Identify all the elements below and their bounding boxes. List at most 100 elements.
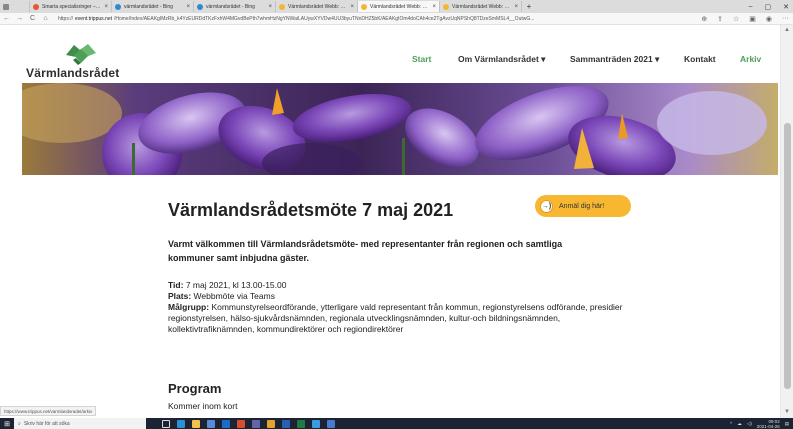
browser-menu-icon (3, 3, 9, 10)
tab-favicon (443, 3, 449, 10)
nav-item-start[interactable]: Start (412, 54, 431, 64)
close-icon[interactable]: ✕ (783, 3, 789, 11)
sign-in-icon: →) (540, 199, 553, 213)
taskbar-apps (162, 419, 335, 428)
tab-favicon (361, 3, 367, 10)
tid-label: Tid: (168, 280, 184, 290)
browser-tab[interactable] (0, 1, 30, 12)
scroll-up-icon[interactable]: ▲ (784, 27, 790, 33)
tab-favicon (197, 3, 203, 10)
new-tab-button[interactable]: + (522, 2, 536, 11)
nav-item-arkiv[interactable]: Arkiv (740, 54, 761, 64)
tab-favicon (33, 3, 39, 10)
system-tray: ^ ☁ ◁) 09:02 2021-04-26 ▤ (730, 418, 789, 429)
scroll-down-icon[interactable]: ▼ (784, 409, 790, 415)
network-icon[interactable]: ☁ (737, 421, 742, 427)
browser-tab[interactable]: värmlandsrådet - Bing × (194, 1, 276, 12)
tab-favicon (115, 3, 121, 10)
onedrive-icon[interactable] (312, 419, 320, 428)
url-path: /Home/Index/AEAKgIMzRb_k4YzEURDdTKzFxhW4… (113, 15, 535, 22)
plats-label: Plats: (168, 291, 192, 301)
intro-text: Varmt välkommen till Värmlandsrådetsmöte… (168, 239, 563, 263)
url-host: event.trippus.net (75, 15, 112, 22)
site-logo[interactable]: Värmlandsrådet (26, 41, 146, 80)
plats-value: Webbmöte via Teams (193, 291, 275, 301)
tab-label: Värmlandsrådet Webb: Start anr (452, 3, 511, 10)
notifications-icon[interactable]: ▤ (785, 421, 789, 427)
store-icon[interactable] (207, 419, 215, 428)
back-icon[interactable]: ← (0, 15, 13, 22)
event-info: Tid: 7 maj 2021, kl 13.00-15.00 Plats: W… (168, 280, 638, 335)
browser-tab-active[interactable]: Värmlandsrådet Webb: Start × (358, 1, 440, 12)
nav-item-sammantraden[interactable]: Sammanträden 2021 ▾ (570, 54, 659, 65)
minimize-icon[interactable]: – (749, 3, 753, 10)
forward-icon[interactable]: → (13, 15, 26, 22)
tab-label: Smarta specialisringer – omdö (42, 3, 101, 10)
file-explorer-icon[interactable] (192, 419, 200, 428)
home-icon[interactable]: ⌂ (39, 15, 52, 22)
malgrupp-value: Kommunstyrelseordförande, ytterligare va… (168, 302, 623, 334)
search-icon: ⌕ (18, 420, 21, 427)
excel-icon[interactable] (297, 419, 305, 428)
tab-label: värmlandsrådet - Bing (206, 3, 255, 10)
program-heading: Program (168, 381, 222, 396)
browser-tab-bar: Smarta specialisringer – omdö × värmland… (0, 0, 793, 13)
hero-image (22, 83, 778, 175)
maximize-icon[interactable]: ▢ (765, 3, 772, 11)
close-tab-icon[interactable]: × (104, 4, 108, 10)
logo-text: Värmlandsrådet (26, 66, 120, 80)
chrome-icon[interactable] (267, 419, 275, 428)
clock[interactable]: 09:02 2021-04-26 (757, 419, 780, 429)
close-tab-icon[interactable]: × (350, 4, 354, 10)
browser-tab[interactable]: Värmlandsrådet Webb: Start × (276, 1, 358, 12)
browser-tab[interactable]: Värmlandsrådet Webb: Start anr × (440, 1, 522, 12)
close-tab-icon[interactable]: × (514, 4, 518, 10)
clock-date: 2021-04-26 (756, 423, 780, 429)
handshake-logo-icon (66, 44, 96, 65)
malgrupp-label: Målgrupp: (168, 302, 210, 312)
favorites-icon[interactable]: ☆ (733, 15, 739, 23)
nav-item-om[interactable]: Om Värmlandsrådet ▾ (458, 54, 545, 65)
zoom-icon[interactable]: ⊕ (701, 15, 707, 23)
program-text: Kommer inom kort (168, 401, 238, 411)
close-tab-icon[interactable]: × (432, 4, 436, 10)
tray-chevron-icon[interactable]: ^ (730, 421, 732, 426)
teams-icon[interactable] (252, 419, 260, 428)
volume-icon[interactable]: ◁) (747, 421, 752, 427)
register-button[interactable]: →) Anmäl dig här! (535, 195, 631, 217)
page-scrollbar[interactable]: ▲ ▼ (780, 25, 793, 418)
reload-icon[interactable]: C (26, 15, 39, 22)
taskbar-search-placeholder: Skriv här för att söka (23, 420, 70, 427)
profile-icon[interactable]: ◉ (766, 15, 772, 23)
windows-start-icon[interactable]: ⊞ (0, 420, 14, 428)
address-bar: ← → C ⌂ https://event.trippus.net/Home/I… (0, 13, 793, 25)
app-icon[interactable] (327, 419, 335, 428)
url-prefix: https:// (58, 15, 74, 22)
more-icon[interactable]: ··· (782, 15, 789, 23)
site-header: Värmlandsrådet Start Om Värmlandsrådet ▾… (0, 25, 780, 83)
share-icon[interactable]: ⇪ (717, 15, 723, 23)
task-view-icon[interactable] (162, 419, 170, 428)
tab-label: Värmlandsrådet Webb: Start (370, 3, 430, 10)
tab-favicon (279, 3, 285, 10)
scrollbar-thumb[interactable] (784, 123, 791, 389)
close-tab-icon[interactable]: × (268, 4, 272, 10)
window-controls: – ▢ ✕ (749, 0, 789, 13)
outlook-icon[interactable] (222, 419, 230, 428)
nav-item-kontakt[interactable]: Kontakt (684, 54, 716, 64)
tab-label: värmlandsrådet - Bing (124, 3, 173, 10)
collections-icon[interactable]: ▣ (749, 15, 756, 23)
close-tab-icon[interactable]: × (186, 4, 190, 10)
tab-label: Värmlandsrådet Webb: Start (288, 3, 348, 10)
url-field[interactable]: https://event.trippus.net/Home/Index/AEA… (58, 16, 618, 22)
os-taskbar: ⊞ ⌕ Skriv här för att söka ^ ☁ ◁) 09:02 … (0, 418, 793, 429)
browser-tab[interactable]: Smarta specialisringer – omdö × (30, 1, 112, 12)
edge-icon[interactable] (177, 419, 185, 428)
taskbar-search[interactable]: ⌕ Skriv här för att söka (14, 418, 146, 429)
word-icon[interactable] (282, 419, 290, 428)
link-status-url: https://www.trippus.net/varmlandsradet/a… (0, 406, 97, 416)
crocus-flowers-image (22, 83, 778, 175)
powerpoint-icon[interactable] (237, 419, 245, 428)
browser-tab[interactable]: värmlandsrådet - Bing × (112, 1, 194, 12)
tid-value: 7 maj 2021, kl 13.00-15.00 (185, 280, 287, 290)
